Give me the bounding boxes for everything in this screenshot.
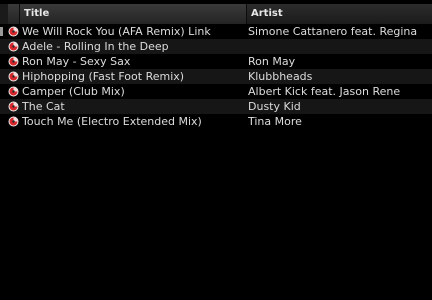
- music-disc-icon: [8, 71, 19, 82]
- track-title: The Cat: [22, 100, 65, 113]
- track-artist: Dusty Kid: [248, 100, 301, 113]
- track-row[interactable]: Camper (Club Mix) Albert Kick feat. Jaso…: [0, 84, 432, 99]
- track-title: Camper (Club Mix): [22, 85, 125, 98]
- column-header: Title Artist: [0, 4, 432, 24]
- track-row[interactable]: We Will Rock You (AFA Remix) Link Simone…: [0, 24, 432, 39]
- track-artist: Simone Cattanero feat. Regina: [248, 25, 418, 38]
- music-disc-icon: [8, 26, 19, 37]
- track-row[interactable]: Hiphopping (Fast Foot Remix) Klubbheads: [0, 69, 432, 84]
- music-disc-icon: [8, 41, 19, 52]
- header-title[interactable]: Title: [20, 4, 247, 24]
- music-disc-icon: [8, 86, 19, 97]
- music-disc-icon: [8, 116, 19, 127]
- track-row[interactable]: The Cat Dusty Kid: [0, 99, 432, 114]
- track-browser: Title Artist We Will Rock You (AFA Remix…: [0, 0, 432, 300]
- track-row[interactable]: Ron May - Sexy Sax Ron May: [0, 54, 432, 69]
- track-title: Ron May - Sexy Sax: [22, 55, 131, 68]
- track-title: We Will Rock You (AFA Remix) Link: [22, 25, 211, 38]
- track-row[interactable]: Touch Me (Electro Extended Mix) Tina Mor…: [0, 114, 432, 129]
- track-artist: Ron May: [248, 55, 296, 68]
- track-artist: Tina More: [248, 115, 302, 128]
- header-icon-column[interactable]: [8, 4, 20, 24]
- track-title: Adele - Rolling In the Deep: [22, 40, 169, 53]
- track-title: Touch Me (Electro Extended Mix): [22, 115, 202, 128]
- header-artist[interactable]: Artist: [247, 4, 432, 24]
- track-row[interactable]: Adele - Rolling In the Deep: [0, 39, 432, 54]
- track-title: Hiphopping (Fast Foot Remix): [22, 70, 185, 83]
- track-artist: Albert Kick feat. Jason Rene: [248, 85, 401, 98]
- selection-marker: [0, 27, 3, 36]
- track-artist: Klubbheads: [248, 70, 313, 83]
- track-list: We Will Rock You (AFA Remix) Link Simone…: [0, 24, 432, 129]
- music-disc-icon: [8, 56, 19, 67]
- music-disc-icon: [8, 101, 19, 112]
